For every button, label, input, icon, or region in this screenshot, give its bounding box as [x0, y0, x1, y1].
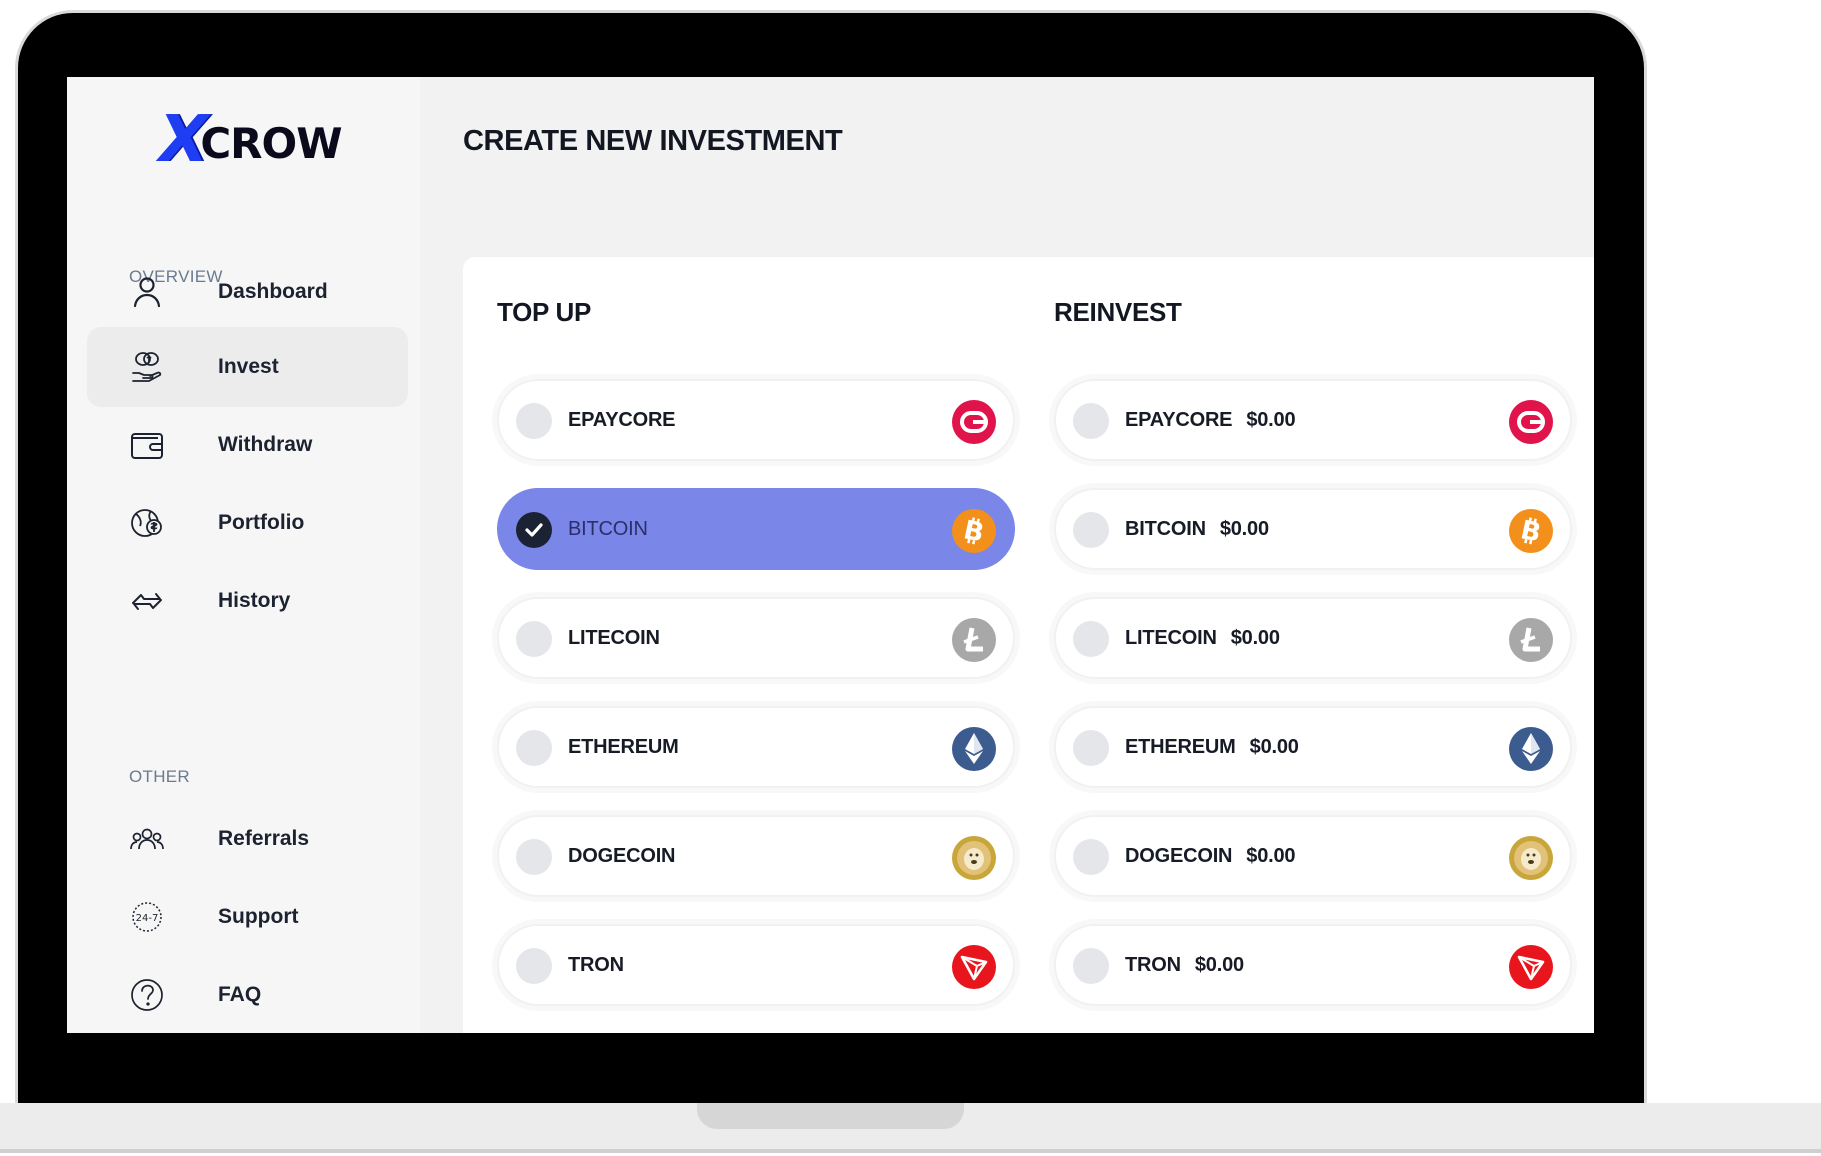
app-screen: X CROW OVERVIEW Dashboard Invest Withdra…: [67, 77, 1594, 1033]
sidebar-item-dashboard[interactable]: Dashboard: [87, 252, 408, 332]
reinvest-option-bitcoin[interactable]: BITCOIN $0.00 B: [1054, 488, 1572, 570]
option-label: DOGECOIN $0.00: [1125, 845, 1296, 867]
topup-option-litecoin[interactable]: LITECOIN: [497, 597, 1015, 679]
topup-option-tron[interactable]: TRON: [497, 924, 1015, 1006]
radio-button[interactable]: [516, 621, 552, 657]
arrows-swap-icon: [129, 583, 165, 619]
tron-icon: [952, 945, 996, 989]
dogecoin-icon: [952, 836, 996, 880]
option-amount: $0.00: [1246, 409, 1296, 431]
radio-button[interactable]: [1073, 730, 1109, 766]
option-amount: $0.00: [1230, 627, 1280, 649]
option-label: BITCOIN: [568, 518, 648, 540]
radio-button[interactable]: [516, 839, 552, 875]
question-icon: [129, 977, 165, 1013]
reinvest-option-tron[interactable]: TRON $0.00: [1054, 924, 1572, 1006]
logo[interactable]: X CROW: [159, 103, 343, 177]
litecoin-icon: [952, 618, 996, 662]
option-label: BITCOIN $0.00: [1125, 518, 1269, 540]
option-amount: $0.00: [1249, 736, 1299, 758]
top-up-title: TOP UP: [497, 297, 592, 327]
sidebar-item-withdraw[interactable]: Withdraw: [87, 405, 408, 485]
sidebar-item-support[interactable]: 24-7 Support: [87, 877, 408, 957]
radio-button-checked[interactable]: [516, 512, 552, 548]
topup-option-bitcoin[interactable]: BITCOIN B: [497, 488, 1015, 570]
svg-text:24-7: 24-7: [136, 913, 159, 924]
reinvest-option-ethereum[interactable]: ETHEREUM $0.00: [1054, 706, 1572, 788]
option-label: LITECOIN $0.00: [1125, 627, 1280, 649]
radio-button[interactable]: [516, 730, 552, 766]
globe-dollar-icon: [129, 505, 165, 541]
sidebar: X CROW OVERVIEW Dashboard Invest Withdra…: [67, 77, 420, 1033]
sidebar-item-history[interactable]: History: [87, 561, 408, 641]
option-label: ETHEREUM $0.00: [1125, 736, 1299, 758]
topup-option-dogecoin[interactable]: DOGECOIN: [497, 815, 1015, 897]
option-amount: $0.00: [1194, 954, 1244, 976]
topup-option-epaycore[interactable]: EPAYCORE: [497, 379, 1015, 461]
bitcoin-icon: B: [1509, 509, 1553, 553]
dogecoin-icon: [1509, 836, 1553, 880]
money-hand-icon: [129, 349, 165, 385]
option-label: TRON: [568, 954, 624, 976]
other-section-title: OTHER: [129, 767, 190, 786]
option-label: EPAYCORE: [568, 409, 676, 431]
ethereum-icon: [952, 727, 996, 771]
radio-button[interactable]: [516, 948, 552, 984]
radio-button[interactable]: [516, 403, 552, 439]
page-title: CREATE NEW INVESTMENT: [463, 125, 843, 157]
reinvest-option-dogecoin[interactable]: DOGECOIN $0.00: [1054, 815, 1572, 897]
radio-button[interactable]: [1073, 839, 1109, 875]
option-amount: $0.00: [1246, 845, 1296, 867]
users-icon: [129, 821, 165, 857]
sidebar-item-referrals[interactable]: Referrals: [87, 799, 408, 879]
wallet-icon: [129, 427, 165, 463]
option-label: TRON $0.00: [1125, 954, 1244, 976]
user-icon: [129, 274, 165, 310]
reinvest-option-litecoin[interactable]: LITECOIN $0.00: [1054, 597, 1572, 679]
sidebar-item-label: FAQ: [218, 983, 262, 1006]
option-label: LITECOIN: [568, 627, 660, 649]
sidebar-item-portfolio[interactable]: Portfolio: [87, 483, 408, 563]
logo-text: CROW: [200, 118, 342, 168]
radio-button[interactable]: [1073, 512, 1109, 548]
reinvest-title: REINVEST: [1054, 297, 1182, 327]
check-icon: [525, 523, 543, 537]
reinvest-option-epaycore[interactable]: EPAYCORE $0.00: [1054, 379, 1572, 461]
radio-button[interactable]: [1073, 621, 1109, 657]
sidebar-item-invest[interactable]: Invest: [87, 327, 408, 407]
sidebar-item-faq[interactable]: FAQ: [87, 955, 408, 1033]
option-label: DOGECOIN: [568, 845, 676, 867]
option-amount: $0.00: [1219, 518, 1269, 540]
topup-option-ethereum[interactable]: ETHEREUM: [497, 706, 1015, 788]
sidebar-item-label: Invest: [218, 355, 279, 378]
sidebar-item-label: Support: [218, 905, 299, 928]
sidebar-item-label: History: [218, 589, 291, 612]
option-label: ETHEREUM: [568, 736, 679, 758]
epaycore-icon: [1509, 400, 1553, 444]
sidebar-item-label: Referrals: [218, 827, 310, 850]
litecoin-icon: [1509, 618, 1553, 662]
sidebar-item-label: Portfolio: [218, 511, 305, 534]
bitcoin-icon: B: [952, 509, 996, 553]
ethereum-icon: [1509, 727, 1553, 771]
sidebar-item-label: Dashboard: [218, 280, 328, 303]
radio-button[interactable]: [1073, 403, 1109, 439]
option-label: EPAYCORE $0.00: [1125, 409, 1296, 431]
tron-icon: [1509, 945, 1553, 989]
epaycore-icon: [952, 400, 996, 444]
laptop-notch: [697, 1103, 964, 1129]
logo-mark: X: [159, 103, 208, 177]
radio-button[interactable]: [1073, 948, 1109, 984]
sidebar-item-label: Withdraw: [218, 433, 313, 456]
support-24-7-icon: 24-7: [129, 899, 165, 935]
